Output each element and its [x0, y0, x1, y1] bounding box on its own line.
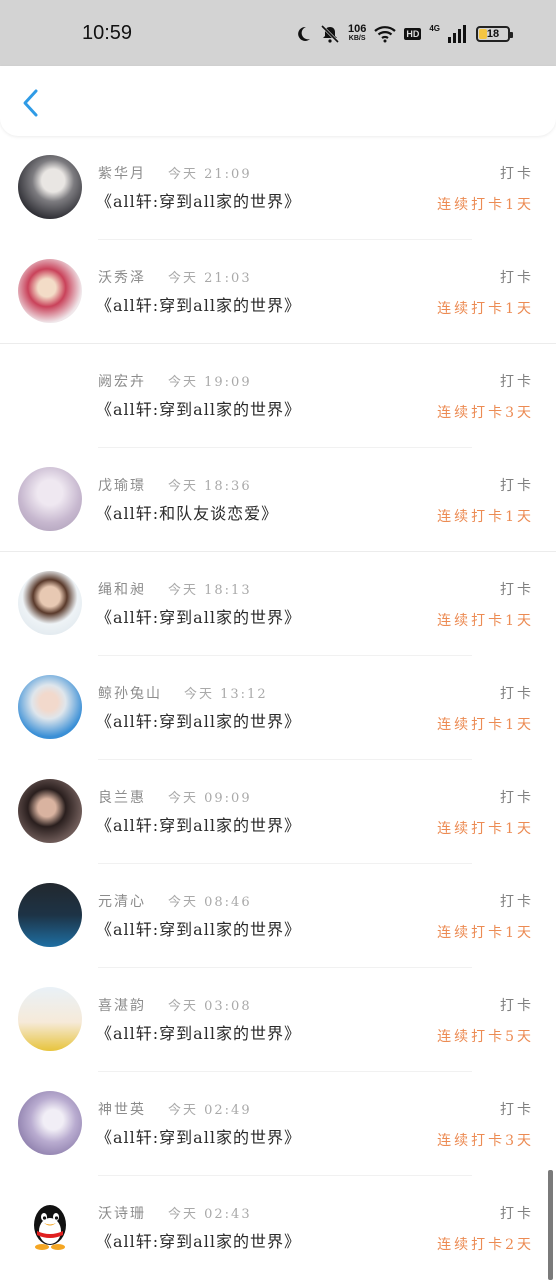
book-title[interactable]: 《all轩:穿到all家的世界》 [96, 188, 301, 212]
status-time: 10:59 [82, 22, 133, 44]
scrollbar[interactable] [548, 1170, 553, 1280]
list-item[interactable]: 元清心 今天 08:46 《all轩:穿到all家的世界》 打卡 连续打卡1天 [0, 864, 556, 968]
avatar[interactable] [18, 467, 82, 531]
checkin-label: 打卡 [500, 374, 534, 390]
streak-text: 连续打卡3天 [437, 1133, 534, 1149]
book-title[interactable]: 《all轩:穿到all家的世界》 [96, 292, 301, 316]
timestamp: 今天 21:03 [168, 271, 252, 286]
moon-icon [298, 26, 310, 41]
status-icons: 106 KB/S HD 4G 18 [294, 22, 513, 46]
signal-icon [448, 25, 466, 43]
book-title[interactable]: 《all轩:穿到all家的世界》 [96, 812, 301, 836]
checkin-list: 紫华月 今天 21:09 《all轩:穿到all家的世界》 打卡 连续打卡1天 … [0, 136, 556, 1280]
avatar[interactable] [18, 779, 82, 843]
checkin-label: 打卡 [500, 270, 534, 286]
timestamp: 今天 13:12 [184, 687, 268, 702]
book-title[interactable]: 《all轩:和队友谈恋爱》 [96, 500, 278, 524]
book-title[interactable]: 《all轩:穿到all家的世界》 [96, 1228, 301, 1252]
penguin-avatar-icon [34, 1205, 66, 1250]
avatar[interactable] [18, 259, 82, 323]
streak-text: 连续打卡1天 [437, 925, 534, 941]
user-name[interactable]: 阙宏卉 [98, 371, 146, 391]
streak-text: 连续打卡2天 [437, 1237, 534, 1253]
timestamp: 今天 18:13 [168, 583, 252, 598]
avatar[interactable] [18, 675, 82, 739]
timestamp: 今天 08:46 [168, 895, 252, 910]
avatar[interactable] [18, 155, 82, 219]
user-name[interactable]: 沃秀泽 [98, 267, 146, 287]
mute-bell-icon [320, 24, 340, 44]
book-title[interactable]: 《all轩:穿到all家的世界》 [96, 708, 301, 732]
avatar[interactable] [18, 987, 82, 1051]
checkin-label: 打卡 [500, 1206, 534, 1222]
checkin-label: 打卡 [500, 894, 534, 910]
timestamp: 今天 21:09 [168, 167, 252, 182]
header [0, 66, 556, 136]
timestamp: 今天 09:09 [168, 791, 252, 806]
book-title[interactable]: 《all轩:穿到all家的世界》 [96, 1020, 301, 1044]
hd-badge: HD [404, 28, 422, 40]
user-name[interactable]: 紫华月 [98, 163, 146, 183]
book-title[interactable]: 《all轩:穿到all家的世界》 [96, 396, 301, 420]
checkin-label: 打卡 [500, 166, 534, 182]
streak-text: 连续打卡1天 [437, 821, 534, 837]
checkin-label: 打卡 [500, 998, 534, 1014]
book-title[interactable]: 《all轩:穿到all家的世界》 [96, 1124, 301, 1148]
list-item[interactable]: 良兰惠 今天 09:09 《all轩:穿到all家的世界》 打卡 连续打卡1天 [0, 760, 556, 864]
timestamp: 今天 18:36 [168, 479, 252, 494]
avatar[interactable] [18, 1195, 82, 1259]
list-item[interactable]: 神世英 今天 02:49 《all轩:穿到all家的世界》 打卡 连续打卡3天 [0, 1072, 556, 1176]
user-name[interactable]: 绳和昶 [98, 579, 146, 599]
wifi-icon [374, 26, 397, 43]
streak-text: 连续打卡1天 [437, 509, 534, 525]
checkin-label: 打卡 [500, 686, 534, 702]
timestamp: 今天 19:09 [168, 375, 252, 390]
user-name[interactable]: 良兰惠 [98, 787, 146, 807]
book-title[interactable]: 《all轩:穿到all家的世界》 [96, 604, 301, 628]
status-bar: 10:59 106 KB/S HD 4G 18 [0, 0, 556, 66]
user-name[interactable]: 喜湛韵 [98, 995, 146, 1015]
user-name[interactable]: 鲸孙兔山 [98, 683, 162, 703]
back-chevron-icon[interactable] [18, 88, 46, 118]
list-item[interactable]: 阙宏卉 今天 19:09 《all轩:穿到all家的世界》 打卡 连续打卡3天 [0, 344, 556, 448]
book-title[interactable]: 《all轩:穿到all家的世界》 [96, 916, 301, 940]
checkin-label: 打卡 [500, 790, 534, 806]
list-item[interactable]: 绳和昶 今天 18:13 《all轩:穿到all家的世界》 打卡 连续打卡1天 [0, 552, 556, 656]
list-item[interactable]: 鲸孙兔山 今天 13:12 《all轩:穿到all家的世界》 打卡 连续打卡1天 [0, 656, 556, 760]
user-name[interactable]: 沃诗珊 [98, 1203, 146, 1223]
list-item[interactable]: 戊瑜璟 今天 18:36 《all轩:和队友谈恋爱》 打卡 连续打卡1天 [0, 448, 556, 552]
list-item[interactable]: 沃秀泽 今天 21:03 《all轩:穿到all家的世界》 打卡 连续打卡1天 [0, 240, 556, 344]
streak-text: 连续打卡1天 [437, 197, 534, 213]
list-item[interactable]: 沃诗珊 今天 02:43 《all轩:穿到all家的世界》 打卡 连续打卡2天 [0, 1176, 556, 1280]
network-type: 4G [429, 23, 440, 33]
timestamp: 今天 03:08 [168, 999, 252, 1014]
checkin-label: 打卡 [500, 1102, 534, 1118]
timestamp: 今天 02:49 [168, 1103, 252, 1118]
streak-text: 连续打卡1天 [437, 301, 534, 317]
timestamp: 今天 02:43 [168, 1207, 252, 1222]
avatar[interactable] [18, 883, 82, 947]
avatar[interactable] [18, 363, 82, 427]
list-item[interactable]: 紫华月 今天 21:09 《all轩:穿到all家的世界》 打卡 连续打卡1天 [0, 136, 556, 240]
streak-text: 连续打卡1天 [437, 613, 534, 629]
user-name[interactable]: 神世英 [98, 1099, 146, 1119]
list-item[interactable]: 喜湛韵 今天 03:08 《all轩:穿到all家的世界》 打卡 连续打卡5天 [0, 968, 556, 1072]
streak-text: 连续打卡5天 [437, 1029, 534, 1045]
streak-text: 连续打卡3天 [437, 405, 534, 421]
user-name[interactable]: 元清心 [98, 891, 146, 911]
battery-icon: 18 [476, 26, 513, 42]
checkin-label: 打卡 [500, 582, 534, 598]
avatar[interactable] [18, 571, 82, 635]
net-speed: 106 KB/S [347, 23, 367, 43]
avatar[interactable] [18, 1091, 82, 1155]
streak-text: 连续打卡1天 [437, 717, 534, 733]
user-name[interactable]: 戊瑜璟 [98, 475, 146, 495]
checkin-label: 打卡 [500, 478, 534, 494]
